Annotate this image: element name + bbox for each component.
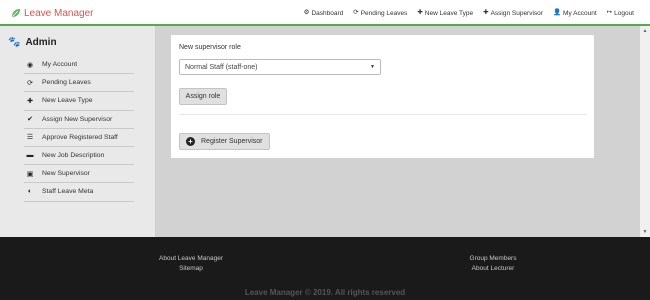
paw-icon: 🐾: [8, 37, 21, 48]
sidebar-item-label: Assign New Supervisor: [42, 115, 113, 123]
half-circle-icon: ◐: [27, 188, 33, 196]
nav-my-account[interactable]: 👤 My Account: [552, 8, 597, 17]
footer-right-links: Group Members About Lecturer: [442, 254, 544, 274]
nav-logout-label: Logout: [614, 9, 634, 17]
dashboard-icon: ⚙: [303, 8, 310, 16]
plus-icon: ✚: [27, 97, 33, 105]
divider: [179, 114, 586, 115]
nav-dashboard-label: Dashboard: [311, 9, 344, 17]
leaf-icon: [12, 9, 20, 17]
scroll-up-icon[interactable]: ▲: [640, 26, 650, 36]
check-icon: ✔: [27, 116, 33, 124]
page-scrollbar[interactable]: ▲ ▼: [640, 26, 650, 237]
sidebar-item-new-leave-type[interactable]: ✚ New Leave Type: [24, 92, 134, 111]
plus-icon: ✚: [417, 8, 423, 16]
sidebar-item-label: New Job Description: [42, 152, 105, 160]
register-supervisor-label: Register Supervisor: [201, 138, 263, 145]
footer: About Leave Manager Sitemap Group Member…: [0, 237, 650, 300]
nav-logout[interactable]: ↦ Logout: [606, 8, 634, 17]
sidebar-menu: ◉ My Account ⟳ Pending Leaves ✚ New Leav…: [24, 56, 134, 202]
sidebar-item-label: New Leave Type: [42, 97, 93, 105]
nav-links: ⚙ Dashboard ⟳ Pending Leaves ✚ New Leave…: [294, 8, 634, 18]
list-icon: ☰: [26, 134, 34, 142]
footer-link-about-leave-manager[interactable]: About Leave Manager: [140, 254, 242, 264]
caret-down-icon: ▼: [370, 64, 375, 70]
plus-circle-icon: +: [186, 137, 195, 146]
sidebar-item-label: Pending Leaves: [42, 79, 91, 87]
role-select-value: Normal Staff (staff-one): [185, 63, 258, 71]
top-navbar: Leave Manager ⚙ Dashboard ⟳ Pending Leav…: [0, 0, 650, 26]
refresh-icon: ⟳: [353, 8, 359, 16]
nav-dashboard[interactable]: ⚙ Dashboard: [303, 8, 344, 17]
nav-pending-leaves[interactable]: ⟳ Pending Leaves: [353, 8, 408, 17]
sidebar-item-approve-registered-staff[interactable]: ☰ Approve Registered Staff: [24, 129, 134, 147]
assign-role-button[interactable]: Assign role: [179, 88, 227, 105]
plus-icon: ✚: [483, 8, 489, 16]
sidebar-item-pending-leaves[interactable]: ⟳ Pending Leaves: [24, 74, 134, 93]
contact-icon: ▣: [26, 170, 34, 178]
sidebar-header: 🐾 Admin: [8, 37, 57, 48]
sidebar-item-new-job-description[interactable]: ▬ New Job Description: [24, 147, 134, 166]
sidebar-item-staff-leave-meta[interactable]: ◐ Staff Leave Meta: [24, 183, 134, 202]
nav-my-account-label: My Account: [563, 9, 597, 17]
sidebar: 🐾 Admin ◉ My Account ⟳ Pending Leaves ✚ …: [0, 26, 156, 237]
sidebar-item-my-account[interactable]: ◉ My Account: [24, 56, 134, 75]
footer-link-group-members[interactable]: Group Members: [442, 254, 544, 264]
sidebar-item-label: New Supervisor: [42, 170, 90, 178]
nav-assign-supervisor-label: Assign Supervisor: [490, 9, 543, 17]
nav-assign-supervisor[interactable]: ✚ Assign Supervisor: [483, 8, 543, 17]
copyright-text: Leave Manager © 2019. All rights reserve…: [244, 288, 406, 297]
nav-pending-leaves-label: Pending Leaves: [360, 9, 408, 17]
sidebar-item-label: My Account: [42, 61, 78, 69]
register-supervisor-button[interactable]: + Register Supervisor: [179, 133, 270, 150]
sidebar-item-label: Staff Leave Meta: [42, 188, 94, 196]
nav-new-leave-type[interactable]: ✚ New Leave Type: [417, 8, 474, 17]
footer-left-links: About Leave Manager Sitemap: [140, 254, 242, 274]
briefcase-icon: ▬: [26, 152, 34, 160]
refresh-icon: ⟳: [27, 79, 33, 87]
role-select[interactable]: Normal Staff (staff-one) ▼: [179, 59, 381, 75]
user-icon: 👤: [552, 8, 562, 16]
sidebar-item-new-supervisor[interactable]: ▣ New Supervisor: [24, 165, 134, 184]
brand-title: Leave Manager: [24, 7, 94, 19]
footer-link-about-lecturer[interactable]: About Lecturer: [442, 264, 544, 274]
role-label: New supervisor role: [179, 44, 241, 51]
scroll-down-icon[interactable]: ▼: [640, 227, 650, 237]
account-icon: ◉: [26, 61, 34, 69]
nav-new-leave-type-label: New Leave Type: [424, 9, 474, 17]
brand-logo[interactable]: Leave Manager: [11, 6, 94, 20]
sidebar-item-label: Approve Registered Staff: [42, 133, 118, 141]
sidebar-title: Admin: [25, 37, 57, 48]
logout-icon: ↦: [606, 8, 613, 16]
footer-link-sitemap[interactable]: Sitemap: [140, 264, 242, 274]
sidebar-item-assign-new-supervisor[interactable]: ✔ Assign New Supervisor: [24, 111, 134, 129]
assign-supervisor-card: New supervisor role Normal Staff (staff-…: [171, 35, 594, 158]
